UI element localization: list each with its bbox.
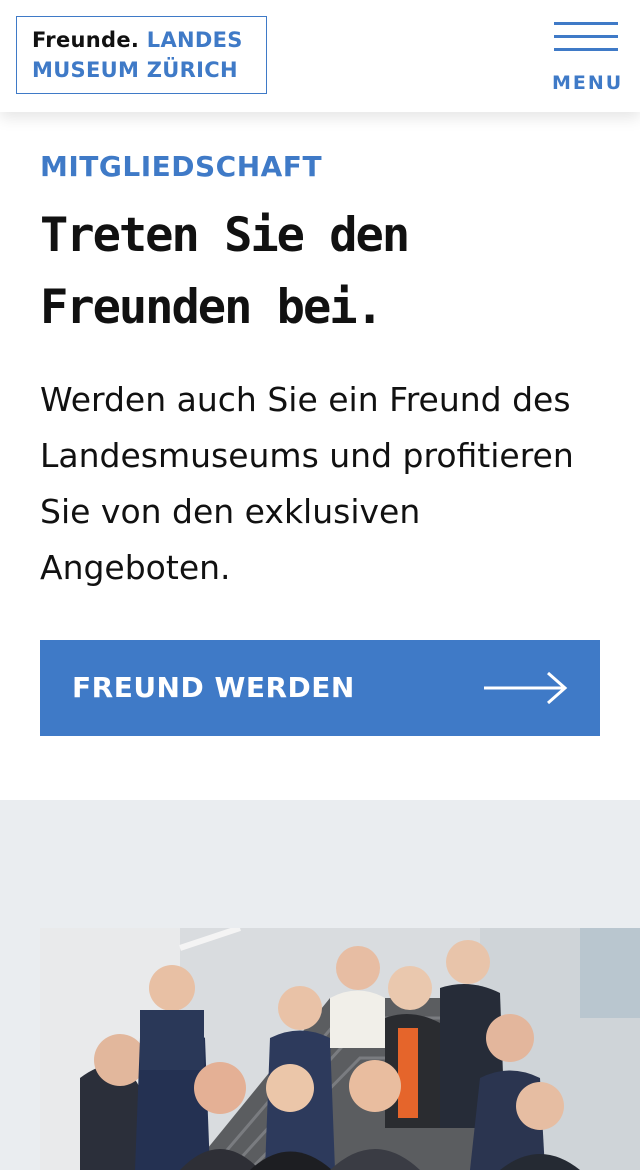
- logo-line-2: MUSEUM ZÜRICH: [32, 58, 238, 82]
- page-headline: Treten Sie den Freunden bei.: [40, 200, 600, 344]
- logo-text-freunde: Freunde.: [32, 28, 140, 52]
- freund-werden-button[interactable]: FREUND WERDEN: [40, 640, 600, 736]
- headline-line-1: Treten Sie den: [40, 208, 410, 263]
- hamburger-icon-bar-middle: [554, 35, 618, 38]
- site-logo[interactable]: Freunde. LANDES MUSEUM ZÜRICH: [16, 16, 267, 94]
- logo-line-1: Freunde. LANDES: [32, 28, 243, 52]
- cta-label: FREUND WERDEN: [72, 671, 355, 704]
- site-header: Freunde. LANDES MUSEUM ZÜRICH MENU: [0, 0, 640, 112]
- arrow-right-icon: [484, 671, 568, 705]
- hamburger-icon-bar-bottom: [554, 48, 618, 51]
- logo-text-landes: LANDES: [146, 28, 243, 52]
- intro-text: Werden auch Sie ein Freund des Landesmus…: [40, 380, 574, 587]
- headline-line-2: Freunden bei.: [40, 280, 384, 335]
- menu-button[interactable]: MENU: [550, 20, 622, 96]
- group-photo-illustration: [40, 928, 640, 1170]
- menu-label: MENU: [552, 72, 624, 94]
- group-photo: [40, 928, 640, 1170]
- hamburger-icon-bar-top: [554, 22, 618, 25]
- section-eyebrow: MITGLIEDSCHAFT: [40, 150, 323, 183]
